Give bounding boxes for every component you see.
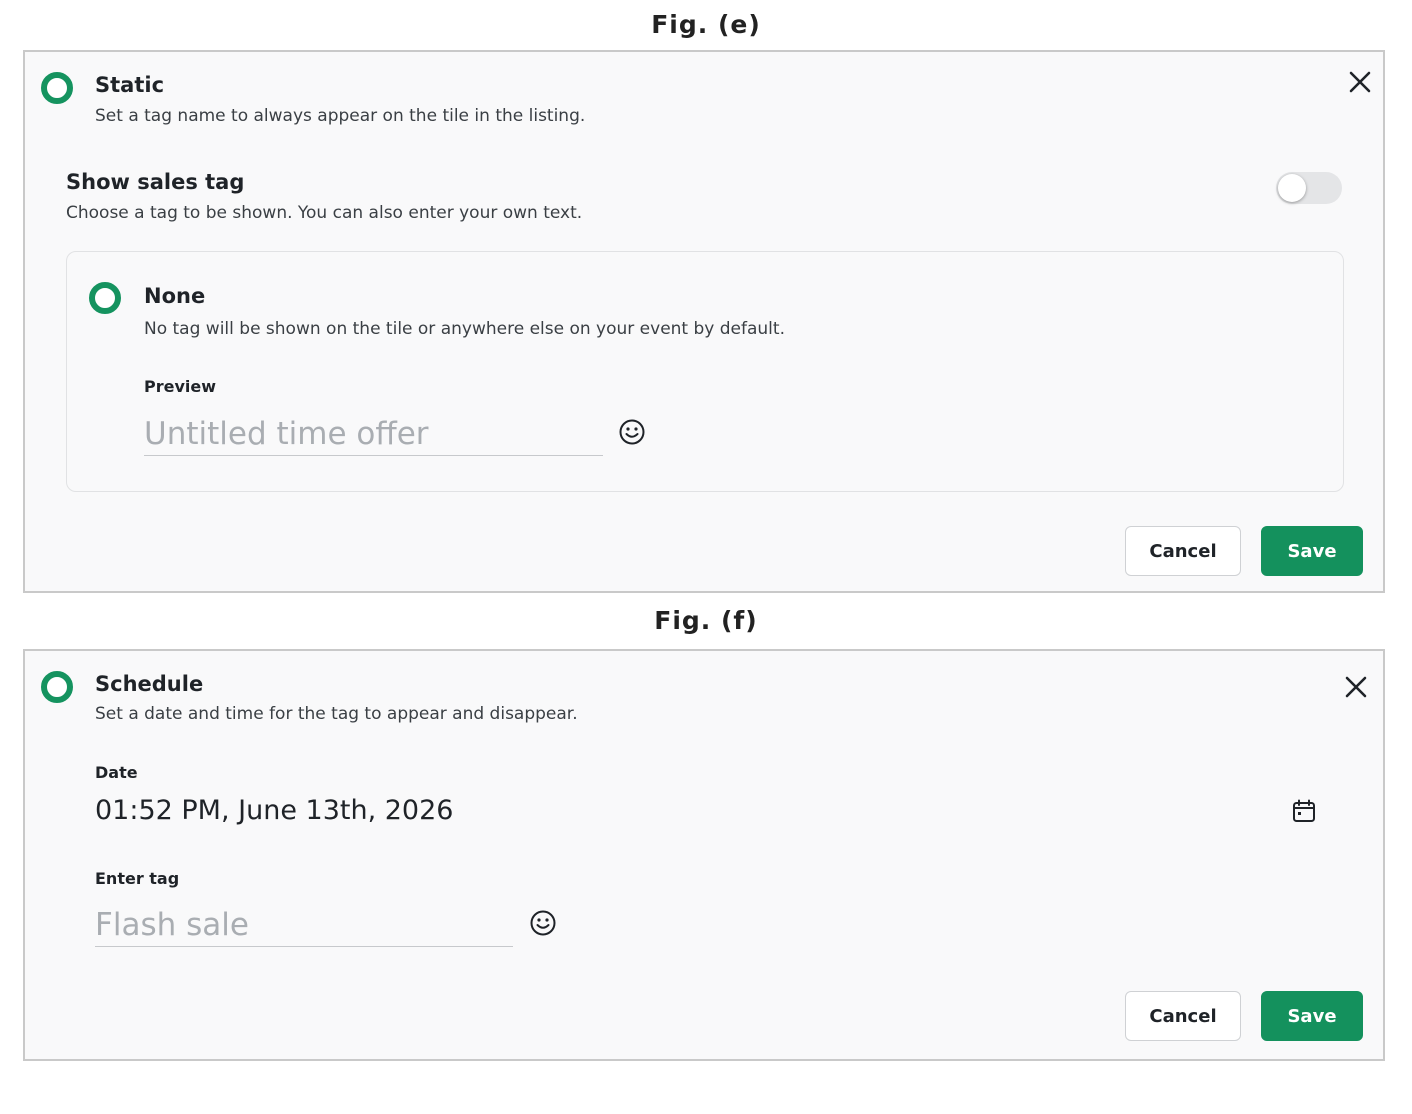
figure-caption-f: Fig. (f) [654,606,758,635]
smiley-icon[interactable] [618,418,646,446]
calendar-icon[interactable] [1291,798,1317,824]
save-button[interactable]: Save [1261,991,1363,1041]
toggle-knob [1278,174,1306,202]
save-button[interactable]: Save [1261,526,1363,576]
preview-label: Preview [144,377,217,396]
static-option-title: Static [95,73,165,97]
schedule-tag-panel: Schedule Set a date and time for the tag… [23,649,1385,1061]
show-sales-tag-description: Choose a tag to be shown. You can also e… [66,203,583,223]
static-radio-icon[interactable] [41,72,73,104]
close-icon[interactable] [1343,674,1369,700]
schedule-radio-icon[interactable] [41,671,73,703]
schedule-option-description: Set a date and time for the tag to appea… [95,704,578,724]
show-sales-tag-toggle[interactable] [1276,172,1342,204]
smiley-icon[interactable] [529,909,557,937]
date-value[interactable]: 01:52 PM, June 13th, 2026 [95,795,453,826]
close-icon[interactable] [1347,69,1373,95]
enter-tag-label: Enter tag [95,869,180,888]
cancel-button[interactable]: Cancel [1125,526,1241,576]
tag-option-card: None No tag will be shown on the tile or… [66,251,1344,492]
figure-caption-e: Fig. (e) [651,10,761,39]
static-option-description: Set a tag name to always appear on the t… [95,106,586,126]
none-option-description: No tag will be shown on the tile or anyw… [144,319,785,339]
none-radio-icon[interactable] [89,282,121,314]
date-label: Date [95,763,138,782]
cancel-button[interactable]: Cancel [1125,991,1241,1041]
enter-tag-input[interactable] [95,903,513,947]
none-option-title: None [144,284,206,308]
schedule-option-title: Schedule [95,672,204,696]
static-tag-panel: Static Set a tag name to always appear o… [23,50,1385,593]
preview-input[interactable] [144,412,603,456]
show-sales-tag-title: Show sales tag [66,170,245,194]
